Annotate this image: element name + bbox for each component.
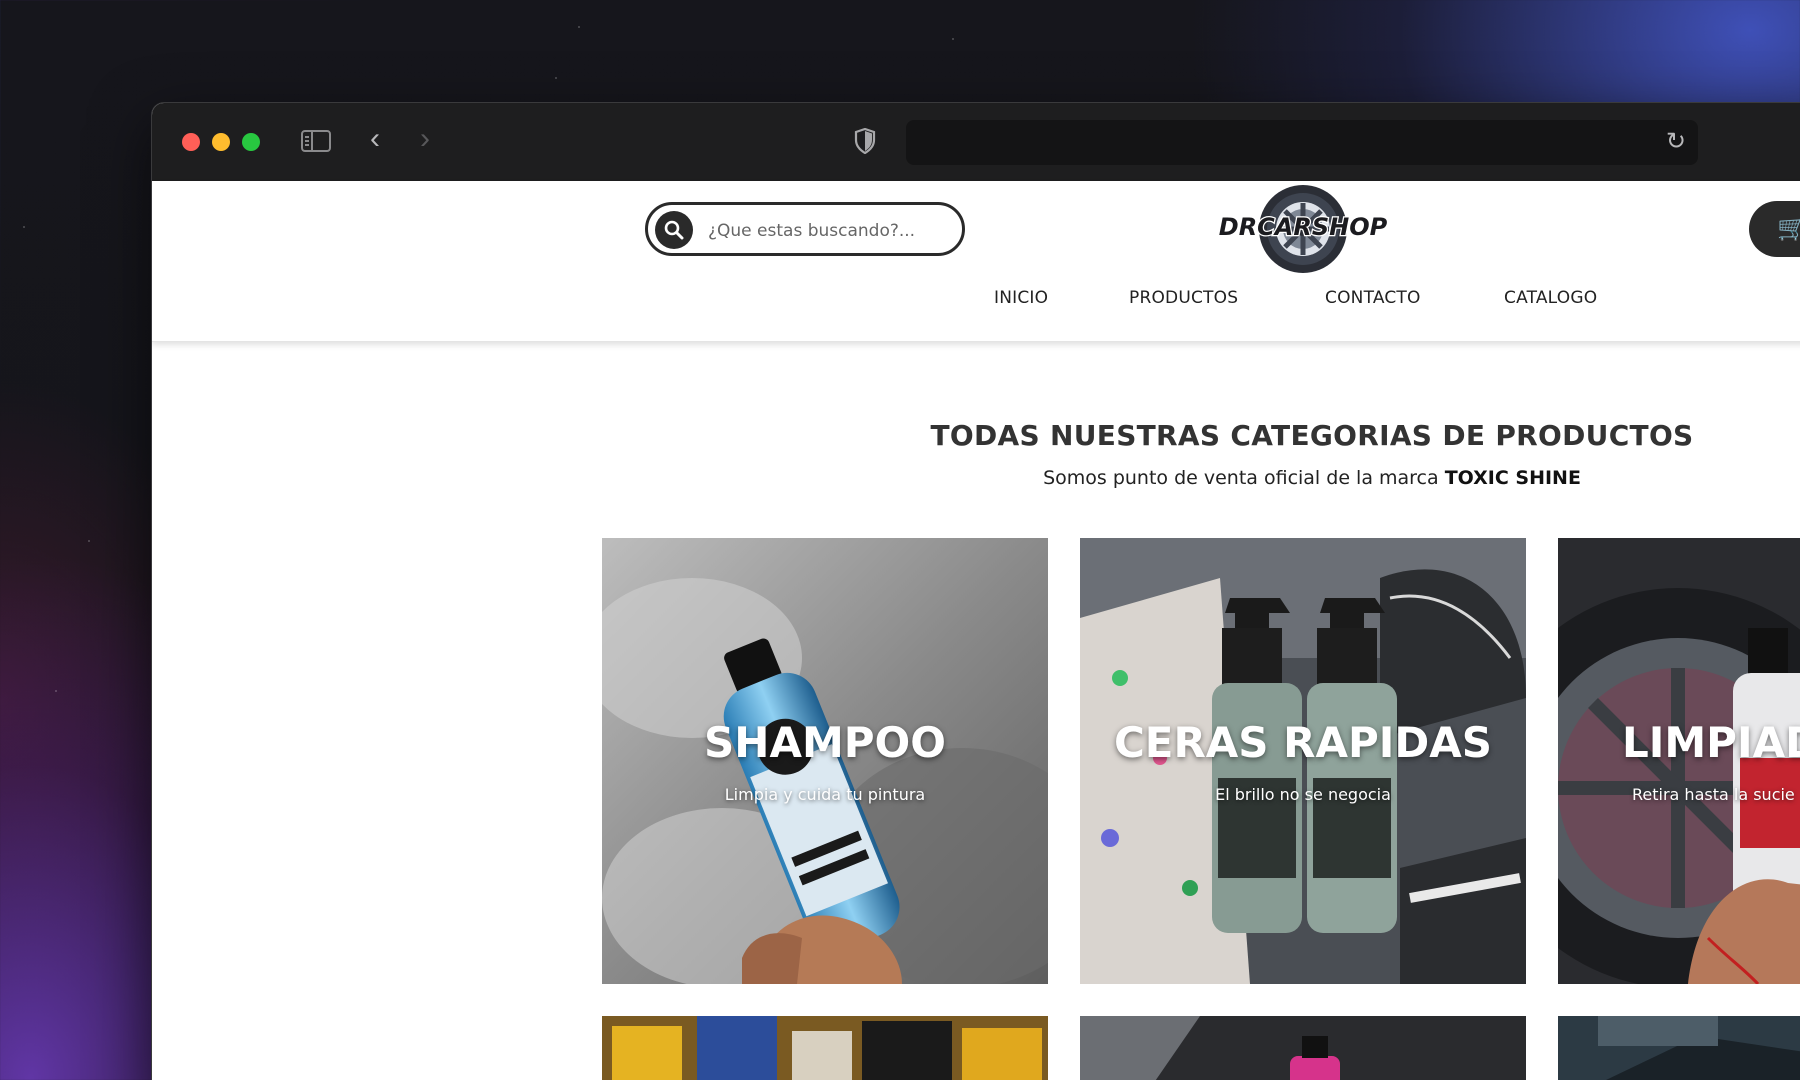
category-subtitle: Limpia y cuida tu pintura (724, 785, 926, 804)
category-card-ceras-rapidas[interactable]: CERAS RAPIDAS El brillo no se negocia (1080, 538, 1526, 984)
zoom-window-button[interactable] (242, 133, 260, 151)
cart-button[interactable]: 🛒 (1749, 201, 1800, 257)
section-title: TODAS NUESTRAS CATEGORIAS DE PRODUCTOS (930, 419, 1694, 452)
brand-name: TOXIC SHINE (1444, 467, 1581, 489)
minimize-window-button[interactable] (212, 133, 230, 151)
search-box[interactable] (645, 202, 965, 256)
category-title: CERAS RAPIDAS (1113, 718, 1493, 767)
star (23, 226, 25, 228)
search-input[interactable] (706, 215, 950, 247)
cart-icon: 🛒 (1777, 215, 1800, 242)
nav-inicio[interactable]: INICIO (994, 288, 1048, 308)
search-icon (664, 220, 684, 240)
star (55, 690, 57, 692)
category-title: LIMPIAD (1622, 718, 1800, 767)
nav-contacto[interactable]: CONTACTO (1325, 288, 1421, 308)
star (952, 38, 954, 40)
nav-productos[interactable]: PRODUCTOS (1129, 288, 1238, 308)
logo-text: DRCARSHOP (1219, 213, 1388, 241)
main-nav: INICIO PRODUCTOS CONTACTO CATALOGO (152, 288, 1800, 318)
web-page: DRCARSHOP 🛒 INICIO PRODUCTOS CONTACTO CA… (152, 181, 1800, 1080)
nav-catalogo[interactable]: CATALOGO (1504, 288, 1597, 308)
close-window-button[interactable] (182, 133, 200, 151)
star (555, 77, 557, 79)
category-card-limpiadores[interactable]: LIMPIAD Retira hasta la sucie (1558, 538, 1800, 984)
site-logo[interactable]: DRCARSHOP (1210, 183, 1396, 275)
forward-icon[interactable]: › (420, 124, 430, 154)
star (88, 540, 90, 542)
category-image (602, 1016, 1048, 1080)
sidebar-toggle-icon[interactable] (301, 130, 331, 152)
category-card-row2-3[interactable] (1558, 1016, 1800, 1080)
star (578, 26, 580, 28)
subtitle-text: Somos punto de venta oficial de la marca (1043, 467, 1445, 489)
address-bar[interactable]: ↻ (906, 120, 1698, 165)
category-card-row2-1[interactable] (602, 1016, 1048, 1080)
category-image (1558, 1016, 1800, 1080)
category-image (1080, 1016, 1526, 1080)
search-button[interactable] (655, 211, 693, 249)
category-card-shampoo[interactable]: SHAMPOO Limpia y cuida tu pintura (602, 538, 1048, 984)
site-header: DRCARSHOP 🛒 INICIO PRODUCTOS CONTACTO CA… (152, 181, 1800, 342)
category-card-row2-2[interactable] (1080, 1016, 1526, 1080)
category-subtitle: Retira hasta la sucie (1632, 785, 1795, 804)
back-icon[interactable]: ‹ (370, 124, 380, 154)
reload-icon[interactable]: ↻ (1666, 129, 1686, 155)
browser-titlebar: ‹ › ↻ (152, 103, 1800, 182)
shield-icon[interactable] (854, 128, 876, 154)
browser-window: ‹ › ↻ ¿Que estas buscando?... DRCARSHOP … (152, 103, 1800, 1080)
section-subtitle: Somos punto de venta oficial de la marca… (812, 467, 1800, 489)
category-subtitle: El brillo no se negocia (1215, 785, 1391, 804)
category-title: SHAMPOO (704, 718, 946, 767)
